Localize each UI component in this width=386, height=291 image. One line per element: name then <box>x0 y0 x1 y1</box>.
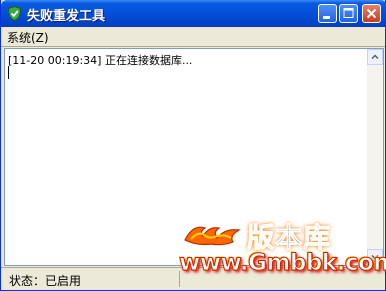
close-button[interactable] <box>362 4 381 23</box>
close-icon <box>366 8 377 19</box>
minimize-button[interactable] <box>318 4 337 23</box>
status-text: 状态：已启用 <box>9 274 82 288</box>
window-title: 失败重发工具 <box>27 9 106 24</box>
chevron-up-icon <box>371 54 379 60</box>
log-line: [11-20 00:19:34] 正在连接数据库... <box>8 54 193 67</box>
title-bar[interactable]: 失败重发工具 <box>1 0 386 27</box>
text-caret <box>8 66 9 79</box>
menu-bar: 系统(Z) <box>1 27 385 46</box>
maximize-icon <box>343 8 354 18</box>
minimize-icon <box>323 16 330 19</box>
app-window: 失败重发工具 系统(Z) [11-20 00:19:34] 正在连接数据库... <box>0 0 386 291</box>
maximize-button[interactable] <box>339 4 358 23</box>
flame-logo-icon <box>184 226 241 246</box>
shield-check-icon <box>7 5 22 22</box>
scroll-up-button[interactable] <box>367 49 383 65</box>
watermark-brand: 版本库 <box>179 214 383 255</box>
menu-divider <box>1 46 385 47</box>
watermark-overlay: 版本库 www.Gmbbk.com <box>179 214 386 288</box>
menu-system[interactable]: 系统(Z) <box>7 29 49 46</box>
watermark-url: www.Gmbbk.com <box>179 250 386 277</box>
